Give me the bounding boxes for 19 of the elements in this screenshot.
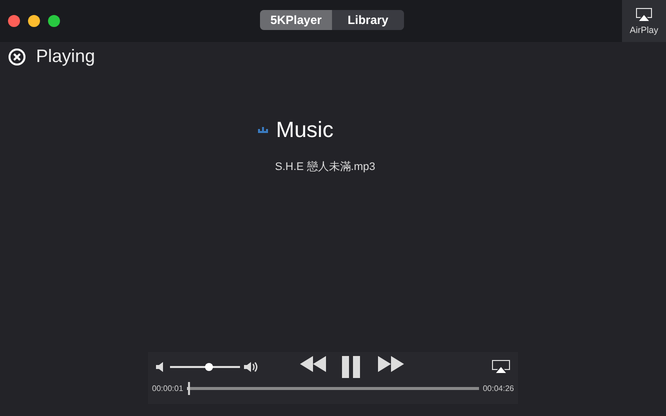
speaker-loud-icon[interactable]: [244, 361, 260, 373]
airplay-icon: [634, 7, 654, 23]
close-icon[interactable]: [8, 48, 26, 66]
panel-title: Playing: [36, 46, 96, 67]
equalizer-icon: [258, 127, 268, 133]
elapsed-time: 00:00:01: [152, 384, 184, 393]
volume-thumb[interactable]: [204, 363, 212, 371]
tab[interactable]: 5KPlayer: [260, 10, 332, 30]
airplay-button[interactable]: AirPlay: [622, 0, 666, 42]
file-name: S.H.E 戀人未滿.mp3: [275, 160, 376, 174]
airplay-icon[interactable]: [492, 360, 510, 374]
speaker-icon[interactable]: [156, 362, 166, 372]
close-button[interactable]: [8, 15, 20, 27]
progress-handle[interactable]: [188, 382, 190, 395]
zoom-button[interactable]: [48, 15, 60, 27]
minimize-button[interactable]: [28, 15, 40, 27]
pause-button[interactable]: [342, 356, 362, 378]
category-title: Music: [276, 117, 334, 143]
total-time: 00:04:26: [482, 384, 514, 393]
